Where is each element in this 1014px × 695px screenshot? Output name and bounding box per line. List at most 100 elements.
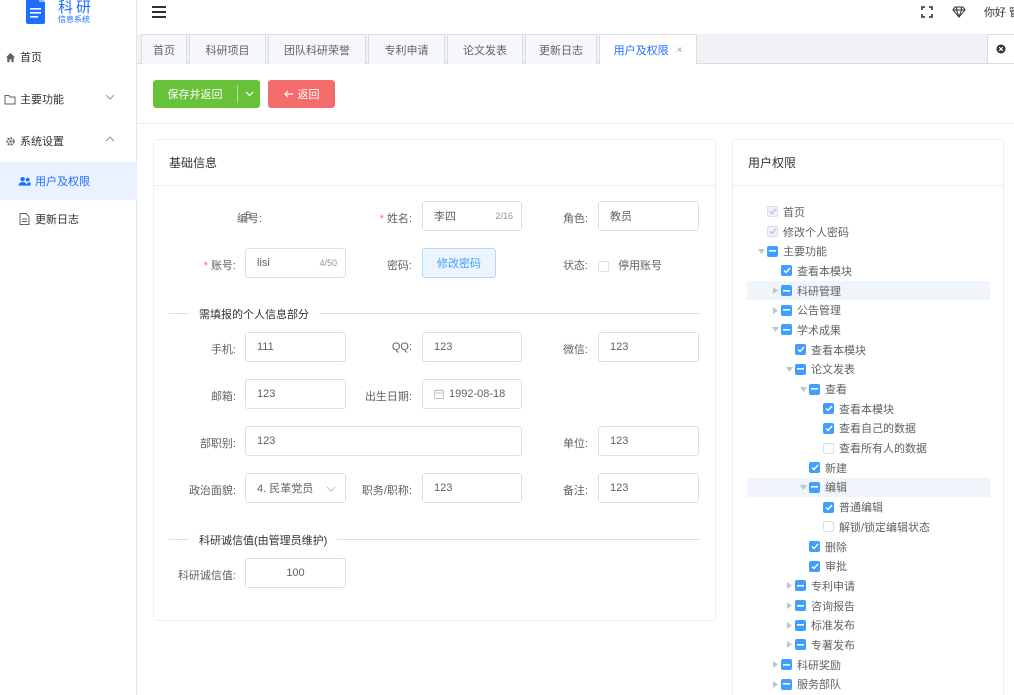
caret-down-icon[interactable] xyxy=(797,484,809,490)
tree-node[interactable]: 查看自己的数据 xyxy=(747,419,990,439)
fullscreen-icon[interactable] xyxy=(920,5,934,19)
caret-right-icon[interactable] xyxy=(783,582,795,590)
save-and-return-button[interactable]: 保存并返回 xyxy=(153,80,260,108)
tree-node[interactable]: 新建 xyxy=(747,458,990,478)
qq-input[interactable]: 123 xyxy=(422,332,522,362)
checkbox-indeterminate-icon[interactable] xyxy=(795,600,806,612)
checkbox-checked-icon[interactable] xyxy=(795,344,806,356)
checkbox-indeterminate-icon[interactable] xyxy=(781,659,792,671)
sidebar-item-update-log[interactable]: 更新日志 xyxy=(0,200,137,238)
caret-down-icon[interactable] xyxy=(783,366,795,372)
phone-input[interactable]: 111 xyxy=(245,332,346,362)
checkbox-checked-icon[interactable] xyxy=(823,403,834,415)
hamburger-menu-icon[interactable] xyxy=(152,6,166,20)
checkbox-indeterminate-icon[interactable] xyxy=(795,580,806,592)
caret-down-icon[interactable] xyxy=(797,386,809,392)
chevron-down-icon[interactable] xyxy=(238,91,260,97)
tree-node[interactable]: 论文发表 xyxy=(747,360,990,380)
name-input[interactable]: 李四 2/16 xyxy=(422,201,522,231)
political-select[interactable]: 4. 民革党员 xyxy=(245,473,346,503)
credit-input[interactable]: 100 xyxy=(245,558,346,588)
tree-node[interactable]: 专利申请 xyxy=(747,576,990,596)
tab-research-projects[interactable]: 科研项目 xyxy=(189,34,266,64)
tab-users-permissions[interactable]: 用户及权限 × xyxy=(599,34,697,65)
role-input[interactable]: 教员 xyxy=(598,201,699,231)
close-tab-icon[interactable]: × xyxy=(677,45,683,56)
caret-right-icon[interactable] xyxy=(783,641,795,649)
checkbox-checked-icon[interactable] xyxy=(781,265,792,277)
checkbox-indeterminate-icon[interactable] xyxy=(795,363,806,375)
change-password-button[interactable]: 修改密码 xyxy=(422,248,496,278)
sidebar-item-main-functions[interactable]: 主要功能 xyxy=(0,78,137,120)
caret-right-icon[interactable] xyxy=(769,287,781,295)
tab-home[interactable]: 首页 xyxy=(141,34,187,64)
user-greeting[interactable]: 你好 管 xyxy=(984,4,1014,20)
tree-node[interactable]: 主要功能 xyxy=(747,241,990,261)
email-input[interactable]: 123 xyxy=(245,379,346,409)
checkbox-indeterminate-icon[interactable] xyxy=(781,285,792,297)
tree-node[interactable]: 查看本模块 xyxy=(747,399,990,419)
unit-input[interactable]: 123 xyxy=(598,426,699,456)
tree-node[interactable]: 删除 xyxy=(747,537,990,557)
tab-team-honors[interactable]: 团队科研荣誉 xyxy=(268,34,366,64)
checkbox-indeterminate-icon[interactable] xyxy=(795,639,806,651)
caret-down-icon[interactable] xyxy=(769,327,781,333)
wechat-input[interactable]: 123 xyxy=(598,332,699,362)
checkbox-indeterminate-icon[interactable] xyxy=(809,481,820,493)
disable-account-checkbox[interactable]: 停用账号 xyxy=(598,257,662,273)
tree-node[interactable]: 查看所有人的数据 xyxy=(747,438,990,458)
tree-node[interactable]: 专著发布 xyxy=(747,635,990,655)
account-input[interactable]: lisi 4/50 xyxy=(245,248,346,278)
sidebar-item-home[interactable]: 首页 xyxy=(0,36,137,78)
checkbox-indeterminate-icon[interactable] xyxy=(781,324,792,336)
tree-node[interactable]: 首页 xyxy=(747,202,990,222)
tree-node[interactable]: 查看本模块 xyxy=(747,340,990,360)
tab-patent[interactable]: 专利申请 xyxy=(368,34,445,64)
sidebar-item-system-settings[interactable]: 系统设置 xyxy=(0,120,137,162)
checkbox-indeterminate-icon[interactable] xyxy=(809,383,820,395)
checkbox-indeterminate-icon[interactable] xyxy=(767,245,778,257)
checkbox-icon[interactable] xyxy=(598,260,609,272)
tree-node[interactable]: 科研奖励 xyxy=(747,655,990,675)
caret-right-icon[interactable] xyxy=(769,680,781,688)
tab-update-log[interactable]: 更新日志 xyxy=(525,34,597,64)
diamond-icon[interactable] xyxy=(952,5,966,19)
caret-right-icon[interactable] xyxy=(783,621,795,629)
tree-node[interactable]: 咨询报告 xyxy=(747,596,990,616)
sidebar-item-users-permissions[interactable]: 用户及权限 xyxy=(0,162,137,200)
position-input[interactable]: 123 xyxy=(422,473,522,503)
checkbox-indeterminate-icon[interactable] xyxy=(795,619,806,631)
tree-node[interactable]: 解锁/锁定编辑状态 xyxy=(747,517,990,537)
tree-node[interactable]: 服务部队 xyxy=(747,675,990,695)
tree-node[interactable]: 修改个人密码 xyxy=(747,222,990,242)
caret-right-icon[interactable] xyxy=(769,306,781,314)
tree-node[interactable]: 查看 xyxy=(747,379,990,399)
caret-right-icon[interactable] xyxy=(769,661,781,669)
tree-node[interactable]: 公告管理 xyxy=(747,300,990,320)
checkbox-empty-icon[interactable] xyxy=(823,521,834,533)
tree-node[interactable]: 普通编辑 xyxy=(747,497,990,517)
birth-date-input[interactable]: 1992-08-18 xyxy=(422,379,522,409)
checkbox-checked-icon[interactable] xyxy=(823,422,834,434)
back-button[interactable]: 返回 xyxy=(268,80,335,108)
checkbox-checked-icon[interactable] xyxy=(809,560,820,572)
checkbox-empty-icon[interactable] xyxy=(823,442,834,454)
checkbox-checked-icon[interactable] xyxy=(809,541,820,553)
tree-node[interactable]: 学术成果 xyxy=(747,320,990,340)
tree-node[interactable]: 科研管理 xyxy=(747,280,990,301)
tree-node-label: 查看本模块 xyxy=(811,344,866,357)
tree-node[interactable]: 标准发布 xyxy=(747,615,990,635)
checkbox-checked-icon[interactable] xyxy=(823,501,834,513)
tree-node[interactable]: 查看本模块 xyxy=(747,261,990,281)
checkbox-checked-icon[interactable] xyxy=(809,462,820,474)
checkbox-indeterminate-icon[interactable] xyxy=(781,304,792,316)
close-all-tabs-icon[interactable] xyxy=(987,34,1014,64)
dept-input[interactable]: 123 xyxy=(245,426,522,456)
tree-node[interactable]: 编辑 xyxy=(747,477,990,498)
caret-right-icon[interactable] xyxy=(783,602,795,610)
caret-down-icon[interactable] xyxy=(755,248,767,254)
checkbox-indeterminate-icon[interactable] xyxy=(781,678,792,690)
remark-input[interactable]: 123 xyxy=(598,473,699,503)
tree-node[interactable]: 审批 xyxy=(747,556,990,576)
tab-papers[interactable]: 论文发表 xyxy=(447,34,523,64)
